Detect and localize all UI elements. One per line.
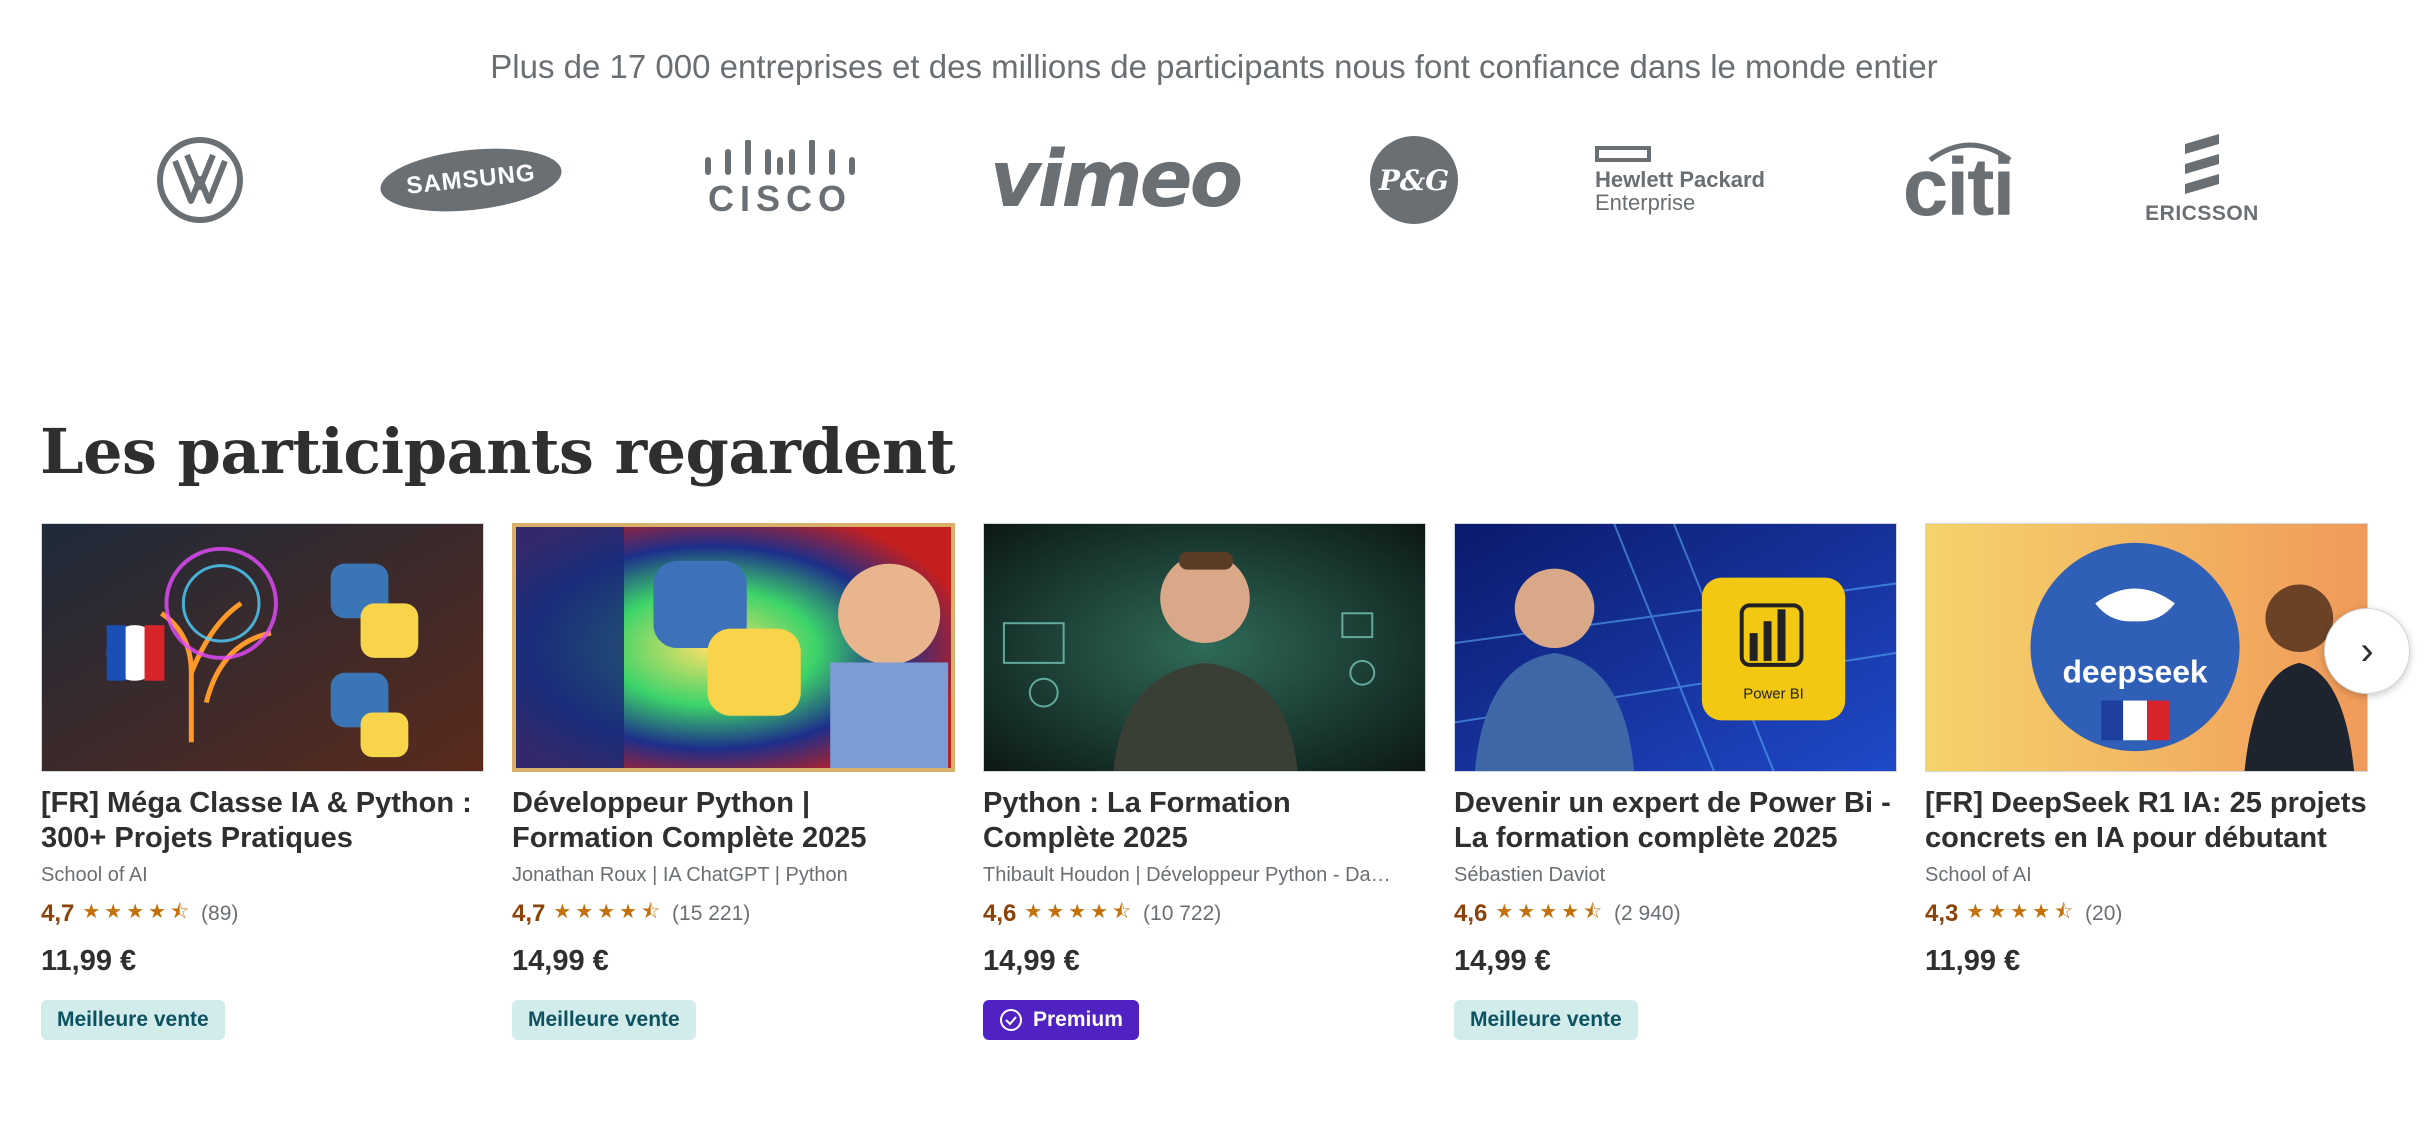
carousel-next-button[interactable]: › (2324, 608, 2410, 694)
trust-title: Plus de 17 000 entreprises et des millio… (490, 48, 1938, 85)
course-author: Thibault Houdon | Développeur Python - D… (983, 864, 1391, 886)
premium-icon (1000, 1009, 1022, 1031)
rating-count: (20) (2085, 902, 2123, 925)
chevron-right-icon: › (2360, 628, 2374, 673)
course-thumbnail[interactable] (41, 523, 484, 772)
section-title: Les participants regardent (40, 415, 955, 488)
course-rating: 4,6 ★★★★⯪ (10 722) (983, 897, 1426, 931)
course-rating: 4,7 ★★★★⯪ (15 221) (512, 897, 955, 931)
course-thumbnail[interactable] (512, 523, 955, 772)
rating-value: 4,3 (1925, 900, 1959, 927)
pg-logo: P&G (1370, 120, 1458, 240)
course-card[interactable]: Python : La Formation Complète 2025 Thib… (983, 523, 1426, 1040)
star-icons: ★★★★⯪ (1024, 901, 1136, 923)
course-thumbnail[interactable]: deepseek (1925, 523, 2368, 772)
course-rating: 4,7 ★★★★⯪ (89) (41, 897, 484, 931)
rating-value: 4,6 (983, 900, 1017, 927)
bestseller-badge: Meilleure vente (512, 1000, 696, 1040)
course-price: 14,99 € (512, 945, 609, 977)
course-title[interactable]: [FR] Méga Classe IA & Python : 300+ Proj… (41, 786, 484, 856)
course-card[interactable]: [FR] Méga Classe IA & Python : 300+ Proj… (41, 523, 484, 1040)
svg-text:Power BI: Power BI (1743, 687, 1804, 703)
course-carousel: [FR] Méga Classe IA & Python : 300+ Proj… (0, 523, 2428, 1063)
star-icons: ★★★★⯪ (1966, 901, 2078, 923)
course-title[interactable]: Python : La Formation Complète 2025 (983, 786, 1426, 856)
course-author: School of AI (41, 864, 148, 886)
course-author: School of AI (1925, 864, 2032, 886)
rating-value: 4,6 (1454, 900, 1488, 927)
course-title[interactable]: Développeur Python | Formation Complète … (512, 786, 955, 856)
course-title[interactable]: [FR] DeepSeek R1 IA: 25 projets concrets… (1925, 786, 2368, 856)
course-card[interactable]: Développeur Python | Formation Complète … (512, 523, 955, 1040)
bestseller-badge: Meilleure vente (41, 1000, 225, 1040)
rating-count: (15 221) (672, 902, 751, 925)
rating-count: (89) (201, 902, 239, 925)
course-author: Jonathan Roux | IA ChatGPT | Python (512, 864, 848, 886)
course-thumbnail[interactable] (983, 523, 1426, 772)
course-author: Sébastien Daviot (1454, 864, 1606, 886)
course-rating: 4,6 ★★★★⯪ (2 940) (1454, 897, 1897, 931)
star-icons: ★★★★⯪ (553, 901, 665, 923)
course-price: 11,99 € (1925, 945, 2021, 977)
premium-badge: Premium (983, 1000, 1139, 1040)
premium-label: Premium (1033, 1008, 1123, 1031)
svg-text:deepseek: deepseek (2062, 654, 2207, 690)
vimeo-logo: vimeo (989, 135, 1243, 225)
rating-value: 4,7 (41, 900, 75, 927)
course-card[interactable]: deepseek [FR] DeepSeek R1 IA: 25 projets… (1925, 523, 2368, 978)
course-price: 14,99 € (983, 945, 1080, 977)
samsung-logo: SAMSUNG (377, 120, 565, 240)
course-rating: 4,3 ★★★★⯪ (20) (1925, 897, 2368, 931)
star-icons: ★★★★⯪ (1495, 901, 1607, 923)
volkswagen-logo (150, 120, 250, 240)
rating-count: (2 940) (1614, 902, 1681, 925)
course-price: 11,99 € (41, 945, 137, 977)
course-thumbnail[interactable]: Power BI (1454, 523, 1897, 772)
course-price: 14,99 € (1454, 945, 1551, 977)
course-card[interactable]: Power BI Devenir un expert de Power Bi -… (1454, 523, 1897, 1040)
partner-logos: SAMSUNG CISCO vimeo P&G Hewlett Packard … (0, 120, 2428, 240)
ericsson-logo: ERICSSON (2145, 120, 2258, 240)
citi-logo: citi (1902, 142, 2015, 233)
rating-count: (10 722) (1143, 902, 1222, 925)
hpe-logo: Hewlett Packard Enterprise (1595, 120, 1775, 240)
cisco-logo: CISCO (705, 140, 855, 219)
star-icons: ★★★★⯪ (82, 901, 194, 923)
course-title[interactable]: Devenir un expert de Power Bi - La forma… (1454, 786, 1897, 856)
rating-value: 4,7 (512, 900, 546, 927)
bestseller-badge: Meilleure vente (1454, 1000, 1638, 1040)
